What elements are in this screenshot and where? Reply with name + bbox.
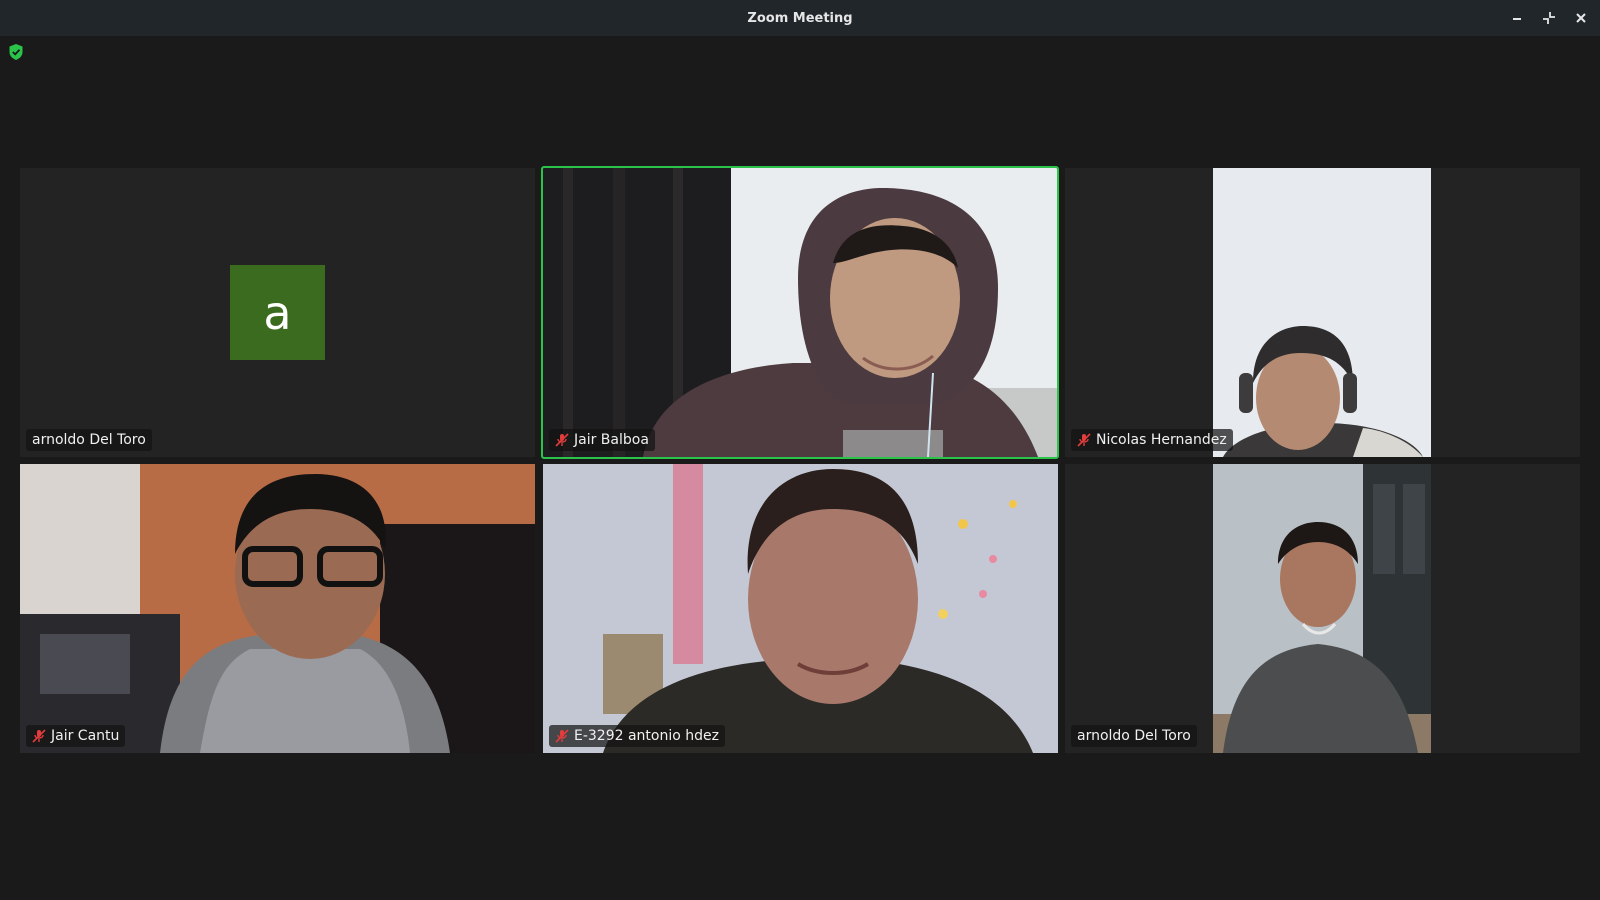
close-icon[interactable] xyxy=(1572,9,1590,27)
participant-name: arnoldo Del Toro xyxy=(1077,728,1191,744)
restore-icon[interactable] xyxy=(1540,9,1558,27)
video-tile-active-speaker[interactable]: Jair Balboa xyxy=(541,166,1059,459)
participant-name: arnoldo Del Toro xyxy=(32,432,146,448)
participant-name: Jair Cantu xyxy=(51,728,120,744)
mic-muted-icon xyxy=(32,729,46,743)
video-feed xyxy=(1213,464,1431,753)
video-tile[interactable]: a arnoldo Del Toro xyxy=(20,168,535,457)
video-tile[interactable]: Nicolas Hernandez xyxy=(1065,168,1580,457)
participant-nameplate: Nicolas Hernandez xyxy=(1071,429,1233,451)
participant-nameplate: Jair Balboa xyxy=(549,429,655,451)
participant-nameplate: Jair Cantu xyxy=(26,725,126,747)
video-feed xyxy=(1213,168,1431,457)
mic-muted-icon xyxy=(1077,433,1091,447)
video-feed xyxy=(543,168,1057,457)
video-feed xyxy=(20,464,535,753)
participant-name: Jair Balboa xyxy=(574,432,649,448)
title-bar: Zoom Meeting xyxy=(0,0,1600,36)
participant-name: E-3292 antonio hdez xyxy=(574,728,719,744)
window-controls xyxy=(1508,0,1590,36)
minimize-icon[interactable] xyxy=(1508,9,1526,27)
participant-name: Nicolas Hernandez xyxy=(1096,432,1227,448)
avatar: a xyxy=(230,265,325,360)
participant-nameplate: E-3292 antonio hdez xyxy=(549,725,725,747)
video-tile[interactable]: Jair Cantu xyxy=(20,464,535,753)
security-shield-icon[interactable] xyxy=(8,43,24,61)
mic-muted-icon xyxy=(555,729,569,743)
avatar-letter: a xyxy=(263,285,292,340)
participant-nameplate: arnoldo Del Toro xyxy=(1071,725,1197,747)
participant-nameplate: arnoldo Del Toro xyxy=(26,429,152,451)
window-title: Zoom Meeting xyxy=(747,10,853,26)
mic-muted-icon xyxy=(555,433,569,447)
video-feed xyxy=(543,464,1058,753)
video-tile[interactable]: arnoldo Del Toro xyxy=(1065,464,1580,753)
video-tile[interactable]: E-3292 antonio hdez xyxy=(543,464,1058,753)
